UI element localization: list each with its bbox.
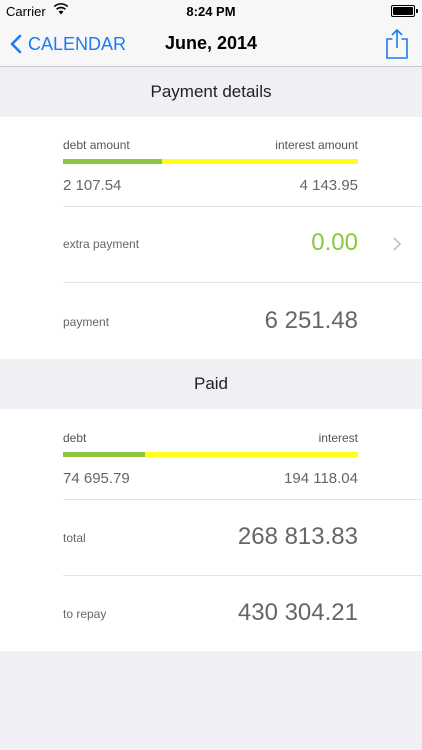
debt-amount-value: 2 107.54 xyxy=(63,177,122,194)
extra-payment-label: extra payment xyxy=(63,237,140,251)
interest-label: interest xyxy=(318,431,358,445)
section-header-payment-details: Payment details xyxy=(0,67,422,117)
total-value: 268 813.83 xyxy=(237,523,358,550)
interest-amount-label: interest amount xyxy=(275,138,358,152)
debt-label: debt xyxy=(63,431,87,445)
total-label: total xyxy=(63,531,86,545)
divider xyxy=(63,499,422,500)
paid-card: debt interest 74 695.79 194 118.04 total… xyxy=(0,409,422,651)
section-header-paid: Paid xyxy=(0,359,422,409)
interest-amount-value: 4 143.95 xyxy=(299,177,358,194)
payment-label: payment xyxy=(63,315,110,329)
debt-amount-label: debt amount xyxy=(63,138,130,152)
divider xyxy=(63,575,422,576)
payment-details-card: debt amount interest amount 2 107.54 4 1… xyxy=(0,117,422,359)
share-icon[interactable] xyxy=(384,28,410,60)
extra-payment-value: 0.00 xyxy=(311,229,358,256)
chevron-right-icon xyxy=(393,237,402,251)
extra-payment-row[interactable]: extra payment 0.00 xyxy=(0,207,422,282)
status-bar: Carrier 8:24 PM xyxy=(0,0,422,22)
back-button-label: CALENDAR xyxy=(28,33,127,54)
battery-icon xyxy=(391,5,418,17)
navigation-bar: CALENDAR June, 2014 xyxy=(0,22,422,67)
back-button[interactable]: CALENDAR xyxy=(10,31,126,57)
to-repay-value: 430 304.21 xyxy=(237,599,358,626)
paid-split-bar xyxy=(63,452,358,457)
payment-split-bar xyxy=(63,159,358,164)
status-time: 8:24 PM xyxy=(186,4,236,19)
interest-paid-value: 194 118.04 xyxy=(284,470,358,487)
debt-paid-value: 74 695.79 xyxy=(63,470,130,487)
to-repay-label: to repay xyxy=(63,607,107,621)
divider xyxy=(63,282,422,283)
payment-value: 6 251.48 xyxy=(264,307,358,334)
payment-debt-fill xyxy=(63,159,163,164)
paid-debt-fill xyxy=(63,452,145,457)
chevron-left-icon xyxy=(10,34,22,54)
